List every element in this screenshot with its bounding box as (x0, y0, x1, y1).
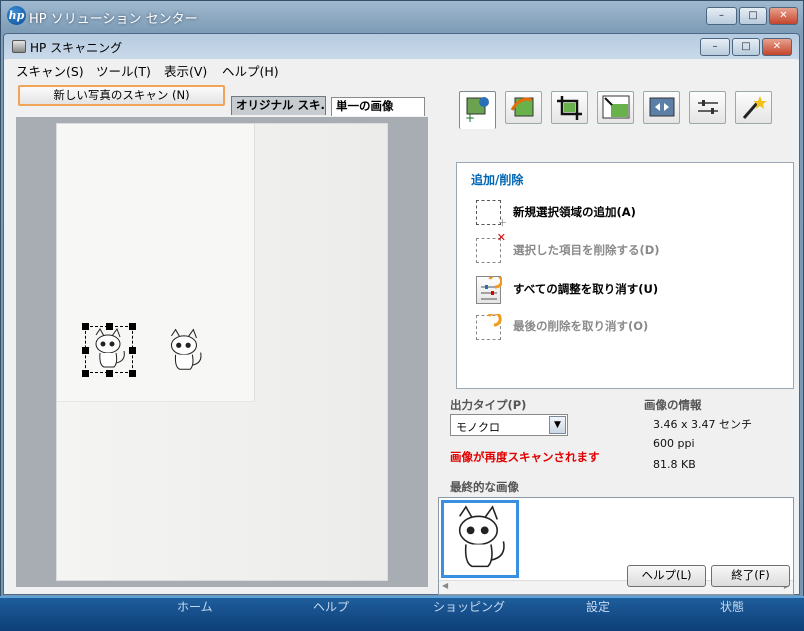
nav-shopping[interactable]: ショッピング (433, 598, 505, 615)
final-image-label: 最終的な画像 (450, 480, 519, 494)
menu-tools[interactable]: ツール(T) (96, 61, 151, 80)
add-remove-panel: 追加/削除 + 新規選択領域の追加(A) ✕ 選択した項目を削除する(D) すべ… (456, 162, 794, 389)
final-image-thumbnail[interactable] (441, 500, 519, 578)
add-remove-tool-button[interactable]: + (459, 91, 496, 129)
cat-drawing-icon (95, 327, 125, 368)
outer-maximize-button[interactable]: □ (739, 7, 767, 25)
magic-wand-tool-button[interactable] (735, 91, 772, 124)
tab-original-scan[interactable]: オリジナル スキ... (231, 96, 326, 115)
main-body: 新しい写真のスキャン (N) オリジナル スキ... 単一の画像 + 追加/削除… (8, 79, 796, 595)
nav-help[interactable]: ヘルプ (313, 598, 349, 615)
image-info-label: 画像の情報 (644, 398, 702, 412)
exit-button[interactable]: 終了(F) (711, 565, 790, 587)
chevron-down-icon[interactable]: ▼ (549, 416, 566, 434)
outer-close-button[interactable]: ✕ (769, 7, 798, 25)
magic-wand-icon (742, 96, 767, 119)
info-size: 3.46 x 3.47 センチ (653, 418, 752, 431)
outer-title-bar: hp HP ソリューション センター – □ ✕ (1, 1, 804, 31)
add-selection-option[interactable]: 新規選択領域の追加(A) (513, 204, 636, 220)
rescan-warning: 画像が再度スキャンされます (450, 450, 600, 464)
add-selection-icon[interactable]: + (476, 200, 507, 229)
cat-drawing-icon (170, 328, 202, 370)
help-button[interactable]: ヘルプ(L) (627, 565, 706, 587)
undo-delete-icon[interactable] (476, 314, 502, 340)
outer-minimize-button[interactable]: – (706, 7, 737, 25)
adjust-color-icon (510, 97, 534, 117)
output-type-label: 出力タイプ(P) (450, 398, 527, 412)
bottom-nav: ホーム ヘルプ ショッピング 設定 状態 (0, 596, 804, 631)
delete-selection-option[interactable]: 選択した項目を削除する(D) (513, 242, 660, 258)
nav-settings[interactable]: 設定 (586, 598, 610, 615)
menu-bar: スキャン(S) ツール(T) 表示(V) ヘルプ(H) (8, 59, 796, 79)
add-remove-icon: + (465, 97, 489, 125)
maximize-button[interactable]: □ (732, 38, 760, 56)
nav-home[interactable]: ホーム (177, 598, 213, 615)
cat-drawing-icon (458, 505, 505, 568)
scanner-icon (12, 40, 26, 53)
crop-tool-button[interactable] (551, 91, 588, 124)
panel-title: 追加/削除 (471, 173, 524, 187)
scanned-page (56, 123, 388, 581)
new-scan-button[interactable]: 新しい写真のスキャン (N) (18, 85, 225, 106)
menu-scan[interactable]: スキャン(S) (16, 61, 84, 80)
undo-all-icon[interactable] (476, 273, 504, 304)
nav-status[interactable]: 状態 (720, 598, 744, 615)
outer-title: HP ソリューション センター (29, 12, 198, 27)
undo-delete-option[interactable]: 最後の削除を取り消す(O) (513, 318, 648, 334)
menu-help[interactable]: ヘルプ(H) (222, 61, 279, 80)
crop-icon (557, 96, 582, 120)
flip-icon (649, 97, 675, 117)
sliders-icon (698, 100, 718, 114)
info-resolution: 600 ppi (653, 437, 695, 450)
output-type-select[interactable]: モノクロ ▼ (450, 414, 568, 436)
hp-logo-icon: hp (7, 6, 26, 25)
resize-tool-button[interactable] (597, 91, 634, 124)
delete-selection-icon[interactable]: ✕ (476, 231, 506, 263)
selection-box[interactable] (82, 323, 136, 377)
menu-view[interactable]: 表示(V) (164, 61, 207, 80)
adjust-color-tool-button[interactable] (505, 91, 542, 124)
scanning-window: HP スキャニング – □ ✕ スキャン(S) ツール(T) 表示(V) ヘルプ… (3, 33, 800, 595)
minimize-button[interactable]: – (700, 38, 730, 56)
window-title: HP スキャニング (30, 41, 123, 55)
close-button[interactable]: ✕ (762, 38, 792, 56)
window-title-bar: HP スキャニング – □ ✕ (4, 34, 799, 59)
tab-single-image[interactable]: 単一の画像 (331, 97, 425, 116)
svg-text:+: + (465, 111, 475, 124)
info-filesize: 81.8 KB (653, 458, 696, 471)
scan-preview[interactable] (16, 117, 428, 587)
undo-all-option[interactable]: すべての調整を取り消す(U) (513, 281, 658, 297)
flip-tool-button[interactable] (643, 91, 680, 124)
resize-icon (602, 95, 630, 119)
sliders-tool-button[interactable] (689, 91, 726, 124)
